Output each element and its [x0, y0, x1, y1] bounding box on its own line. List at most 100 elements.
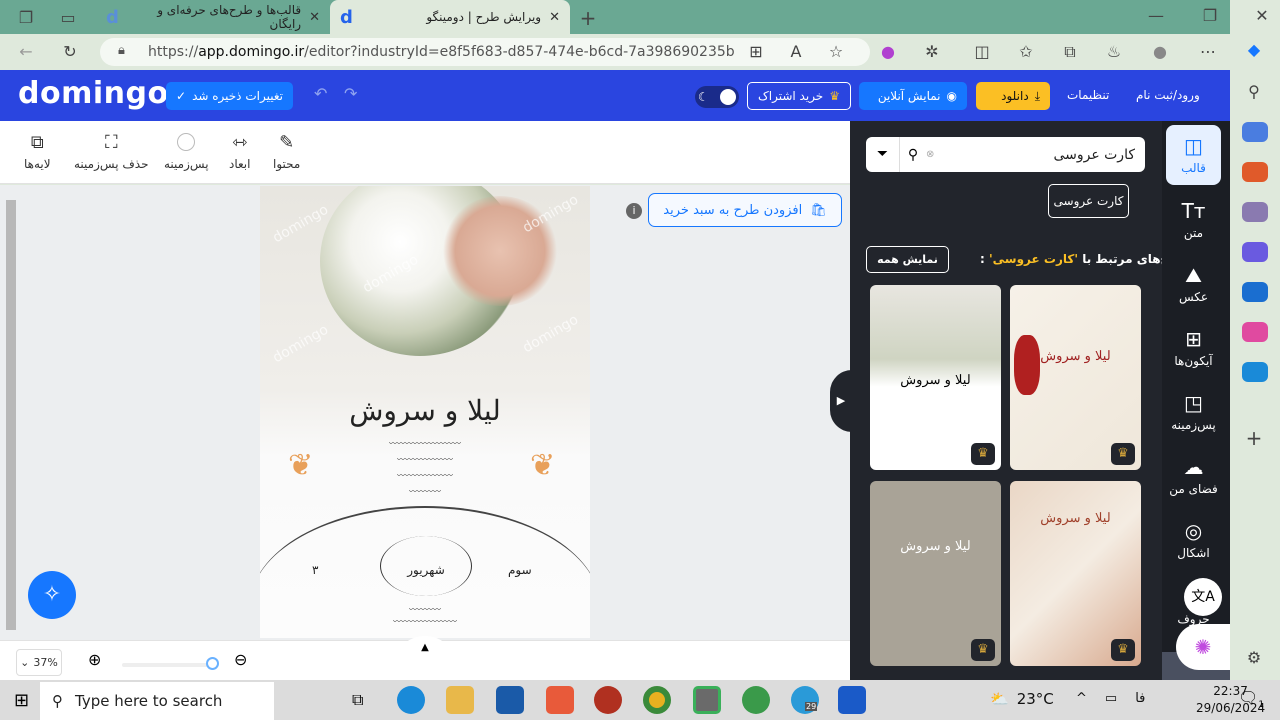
nav-background[interactable]: ◳ پس‌زمینه: [1166, 382, 1221, 442]
zoom-slider-handle[interactable]: [206, 657, 219, 670]
eye-icon: ◉: [946, 89, 957, 103]
nav-template[interactable]: ◫ قالب: [1166, 125, 1221, 185]
favorites-icon[interactable]: ✩: [1016, 42, 1036, 61]
search-icon[interactable]: ⚲: [900, 147, 926, 163]
taskbar-search[interactable]: ⚲ Type here to search: [40, 682, 274, 720]
back-icon[interactable]: ←: [16, 42, 36, 61]
vertical-scrollbar[interactable]: [6, 200, 16, 630]
outlook-icon[interactable]: [1242, 282, 1268, 302]
tool-layers[interactable]: ⧉ لایه‌ها: [24, 133, 51, 172]
template-thumbnail[interactable]: لیلا و سروش ♛: [870, 285, 1001, 470]
windows-start-icon[interactable]: ⊞: [14, 690, 29, 711]
settings-link[interactable]: تنظیمات: [1067, 88, 1109, 102]
read-aloud-icon[interactable]: A: [786, 42, 806, 61]
suggestion-chip[interactable]: کارت عروسی: [1048, 184, 1129, 218]
games-icon[interactable]: [1242, 202, 1268, 222]
live-preview-button[interactable]: ◉ نمایش آنلاین: [859, 82, 967, 110]
task-view-icon[interactable]: ⧉: [352, 690, 363, 710]
clear-search-icon[interactable]: ⊗: [926, 149, 934, 160]
profile-avatar-icon[interactable]: ●: [1150, 42, 1170, 61]
search-sidebar-icon[interactable]: ⚲: [1244, 82, 1264, 101]
add-to-cart-button[interactable]: 🛍︎ افزودن طرح به سبد خرید: [648, 193, 842, 227]
zoom-slider[interactable]: [122, 663, 212, 667]
zoom-in-icon[interactable]: ⊕: [88, 650, 101, 669]
show-all-button[interactable]: نمایش همه: [866, 246, 949, 273]
tool-dimensions[interactable]: ⇿ ابعاد: [229, 133, 250, 172]
template-search-input[interactable]: [934, 146, 1145, 163]
reload-icon[interactable]: ↻: [60, 42, 80, 61]
designer-icon[interactable]: [1242, 322, 1268, 342]
tool-background[interactable]: پس‌زمینه: [164, 133, 209, 171]
workspaces-icon[interactable]: ❐: [16, 8, 36, 27]
nav-shapes[interactable]: ◎ اشکال: [1166, 510, 1221, 570]
more-menu-icon[interactable]: ⋯: [1198, 42, 1218, 61]
info-icon[interactable]: i: [626, 203, 642, 219]
dark-mode-toggle[interactable]: ☾: [695, 86, 739, 108]
app-green-icon[interactable]: [693, 686, 721, 714]
copilot-icon[interactable]: ●: [878, 42, 898, 61]
template-search-box: ⏷ ⚲ ⊗: [866, 137, 1145, 172]
extensions-icon[interactable]: ✲: [922, 42, 942, 61]
language-indicator[interactable]: فا: [1135, 691, 1145, 706]
collections-icon[interactable]: ⧉: [1060, 42, 1080, 62]
template-thumbnail[interactable]: لیلا و سروش ♛: [870, 481, 1001, 666]
performance-icon[interactable]: ♨: [1104, 42, 1124, 61]
sidebar-settings-icon[interactable]: ⚙: [1244, 648, 1264, 667]
filter-icon[interactable]: ⏷: [866, 137, 900, 172]
app-c-icon[interactable]: [546, 686, 574, 714]
copilot-sidebar-icon[interactable]: ◆: [1244, 40, 1264, 59]
tab-actions-icon[interactable]: ▭: [58, 8, 78, 27]
shopping-tag-icon[interactable]: [1242, 122, 1268, 142]
download-manager-icon[interactable]: [742, 686, 770, 714]
nav-my-space[interactable]: ☁ فضای من: [1166, 446, 1221, 506]
browser-tab-bar: ❐ ▭ ✕ قالب‌ها و طرح‌های حرفه‌ای و رایگان…: [0, 0, 1269, 34]
add-sidebar-app-icon[interactable]: +: [1244, 426, 1264, 450]
tool-remove-background[interactable]: ⛶ حذف پس‌زمینه: [74, 133, 149, 172]
template-thumbnail[interactable]: لیلا و سروش ♛: [1010, 481, 1141, 666]
magic-wand-button[interactable]: ✧: [28, 571, 76, 619]
browser-tab-templates[interactable]: ✕ قالب‌ها و طرح‌های حرفه‌ای و رایگان d: [96, 0, 330, 34]
new-tab-icon[interactable]: +: [578, 6, 598, 30]
word-icon[interactable]: [838, 686, 866, 714]
buy-subscription-button[interactable]: ♛ خرید اشتراک: [747, 82, 851, 110]
saved-status-button[interactable]: تغییرات ذخیره شد ✓: [166, 82, 293, 110]
favorite-star-icon[interactable]: ☆: [826, 42, 846, 61]
design-canvas[interactable]: domingo domingo domingo domingo domingo …: [260, 186, 590, 638]
close-tab-icon[interactable]: ✕: [309, 10, 320, 25]
weather-widget[interactable]: ⛅ 23°C: [990, 690, 1054, 708]
download-button[interactable]: ⤓ دانلود: [976, 82, 1050, 110]
nav-text[interactable]: Tт متن: [1166, 190, 1221, 250]
psiphon-icon[interactable]: [594, 686, 622, 714]
undo-icon[interactable]: ↶: [314, 84, 327, 103]
store-icon[interactable]: [496, 686, 524, 714]
tools-icon[interactable]: [1242, 162, 1268, 182]
nav-photo[interactable]: ⛰ عکس: [1166, 254, 1221, 314]
show-hidden-icons-icon[interactable]: ^: [1076, 691, 1087, 706]
battery-icon[interactable]: ▭: [1105, 691, 1117, 706]
notification-icon[interactable]: 🗨︎1: [1238, 688, 1264, 710]
translate-button[interactable]: 文A: [1184, 578, 1222, 616]
tool-content[interactable]: ✎ محتوا: [273, 133, 300, 172]
close-tab-icon[interactable]: ✕: [549, 10, 560, 25]
zoom-level-select[interactable]: ⌄ 37%: [16, 649, 62, 676]
edge-taskbar-icon[interactable]: [397, 686, 425, 714]
redo-icon[interactable]: ↷: [344, 84, 357, 103]
microsoft365-icon[interactable]: [1242, 242, 1268, 262]
ai-assistant-button[interactable]: ✺: [1176, 624, 1230, 670]
domingo-logo[interactable]: domingo: [18, 76, 169, 111]
send-icon[interactable]: [1242, 362, 1268, 382]
browser-tab-editor[interactable]: ✕ ویرایش طرح | دومینگو d: [330, 0, 570, 34]
file-explorer-icon[interactable]: [446, 686, 474, 714]
split-screen-icon[interactable]: ◫: [972, 42, 992, 61]
nav-icons[interactable]: ⊞ آیکون‌ها: [1166, 318, 1221, 378]
template-thumbnail[interactable]: لیلا و سروش ♛: [1010, 285, 1141, 470]
apps-icon[interactable]: ⊞: [746, 42, 766, 61]
close-window-icon[interactable]: ✕: [1252, 6, 1272, 25]
zoom-out-icon[interactable]: ⊖: [234, 650, 247, 669]
telegram-icon[interactable]: 29: [791, 686, 819, 714]
maximize-icon[interactable]: ❐: [1200, 6, 1220, 25]
login-register-link[interactable]: ورود/ثبت نام: [1136, 88, 1200, 102]
chrome-icon[interactable]: [643, 686, 671, 714]
collapse-panel-button[interactable]: ▶: [830, 370, 852, 432]
minimize-icon[interactable]: —: [1146, 6, 1166, 25]
